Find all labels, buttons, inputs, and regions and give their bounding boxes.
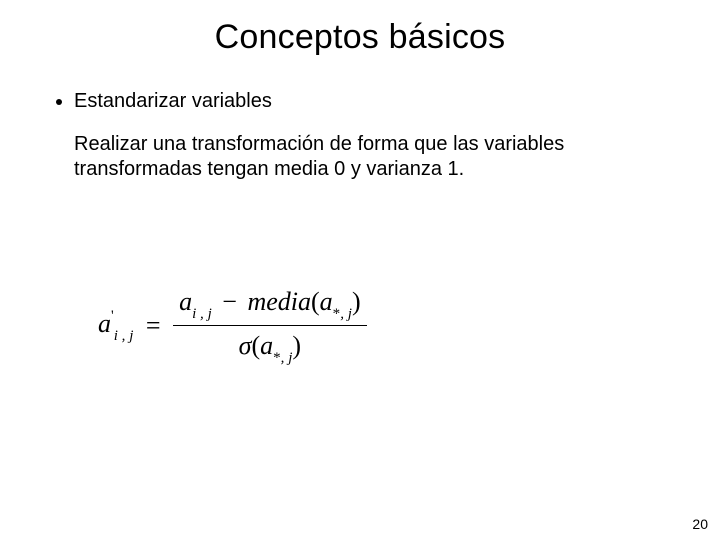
standardization-formula: a'i , j = ai , j − media(a*, j) σ(a*, j): [98, 286, 367, 366]
num-a-sub: i , j: [192, 306, 212, 322]
bullet-item: Estandarizar variables: [74, 89, 672, 114]
slide-title: Conceptos básicos: [0, 0, 720, 57]
sigma: σ: [239, 331, 252, 360]
num-arg-a: a: [320, 287, 333, 316]
num-a: a: [179, 287, 192, 316]
formula-lhs: a'i , j: [98, 309, 133, 343]
num-lparen: (: [311, 287, 320, 316]
num-arg-sub: *, j: [333, 306, 352, 322]
bullet-list: Estandarizar variables: [48, 89, 672, 114]
fraction-numerator: ai , j − media(a*, j): [173, 286, 367, 326]
minus-sign: −: [218, 287, 241, 316]
equals-sign: =: [140, 311, 167, 341]
slide-body: Estandarizar variables Realizar una tran…: [0, 57, 720, 182]
bullet-description: Realizar una transformación de forma que…: [74, 132, 634, 182]
den-arg-a: a: [260, 331, 273, 360]
lhs-subscript: i , j: [114, 328, 134, 344]
den-arg-sub: *, j: [273, 350, 292, 366]
media-func: media: [247, 287, 311, 316]
lhs-a: a: [98, 309, 111, 338]
page-number: 20: [692, 516, 708, 532]
den-rparen: ): [292, 331, 301, 360]
den-lparen: (: [251, 331, 260, 360]
fraction-denominator: σ(a*, j): [173, 326, 367, 365]
lhs-prime: ': [111, 308, 114, 324]
formula-fraction: ai , j − media(a*, j) σ(a*, j): [173, 286, 367, 366]
slide: Conceptos básicos Estandarizar variables…: [0, 0, 720, 540]
num-rparen: ): [352, 287, 361, 316]
